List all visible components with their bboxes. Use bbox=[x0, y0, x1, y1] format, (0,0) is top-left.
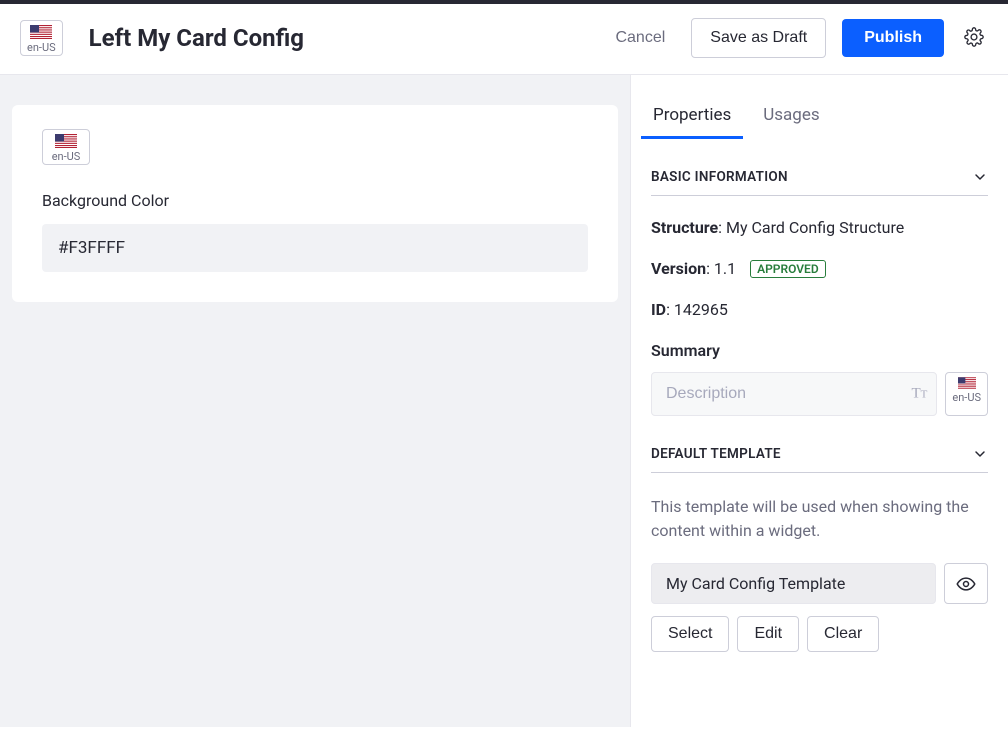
us-flag-icon bbox=[55, 134, 77, 148]
gear-icon bbox=[964, 27, 984, 47]
bg-color-value[interactable]: #F3FFFF bbox=[42, 224, 588, 272]
template-row: My Card Config Template bbox=[651, 563, 988, 604]
card-locale-label: en-US bbox=[52, 151, 81, 162]
version-row: Version: 1.1 APPROVED bbox=[651, 259, 988, 278]
summary-locale-selector[interactable]: en-US bbox=[945, 372, 988, 416]
publish-button[interactable]: Publish bbox=[842, 19, 944, 57]
summary-label: Summary bbox=[651, 341, 988, 360]
clear-button[interactable]: Clear bbox=[807, 616, 879, 652]
header: en-US Left My Card Config Cancel Save as… bbox=[0, 4, 1008, 75]
sidebar: Properties Usages BASIC INFORMATION Stru… bbox=[630, 75, 1008, 727]
template-body: This template will be used when showing … bbox=[651, 473, 988, 652]
id-value: 142965 bbox=[674, 300, 728, 319]
version-value: 1.1 bbox=[714, 259, 736, 278]
save-draft-button[interactable]: Save as Draft bbox=[691, 18, 826, 58]
section-template: DEFAULT TEMPLATE This template will be u… bbox=[651, 446, 988, 652]
main-content: en-US Background Color #F3FFFF bbox=[0, 75, 630, 727]
tab-properties[interactable]: Properties bbox=[651, 95, 733, 139]
basic-title: BASIC INFORMATION bbox=[651, 169, 788, 185]
settings-button[interactable] bbox=[960, 23, 988, 54]
page-title: Left My Card Config bbox=[89, 24, 606, 52]
body: en-US Background Color #F3FFFF Propertie… bbox=[0, 75, 1008, 727]
basic-header[interactable]: BASIC INFORMATION bbox=[651, 169, 988, 196]
card-locale-selector[interactable]: en-US bbox=[42, 129, 90, 165]
preview-button[interactable] bbox=[944, 563, 988, 604]
sidebar-tabs: Properties Usages bbox=[651, 75, 988, 139]
template-description: This template will be used when showing … bbox=[651, 495, 988, 543]
id-label: ID bbox=[651, 300, 666, 319]
summary-input-wrap: TT bbox=[651, 372, 937, 416]
us-flag-icon bbox=[958, 377, 976, 389]
locale-label: en-US bbox=[27, 42, 56, 53]
template-header[interactable]: DEFAULT TEMPLATE bbox=[651, 446, 988, 473]
version-label: Version bbox=[651, 259, 706, 278]
cancel-button[interactable]: Cancel bbox=[605, 21, 675, 55]
structure-value: My Card Config Structure bbox=[726, 218, 904, 237]
basic-body: Structure: My Card Config Structure Vers… bbox=[651, 196, 988, 416]
tab-usages[interactable]: Usages bbox=[761, 95, 821, 139]
structure-label: Structure bbox=[651, 218, 718, 237]
content-card: en-US Background Color #F3FFFF bbox=[12, 105, 618, 302]
text-format-icon[interactable]: TT bbox=[911, 387, 927, 402]
edit-button[interactable]: Edit bbox=[737, 616, 799, 652]
chevron-down-icon bbox=[972, 446, 988, 462]
summary-input[interactable] bbox=[651, 372, 937, 416]
locale-selector[interactable]: en-US bbox=[20, 20, 63, 56]
section-basic: BASIC INFORMATION Structure: My Card Con… bbox=[651, 169, 988, 416]
eye-icon bbox=[956, 574, 976, 594]
template-buttons: Select Edit Clear bbox=[651, 616, 988, 652]
header-actions: Cancel Save as Draft Publish bbox=[605, 18, 988, 58]
template-name: My Card Config Template bbox=[651, 563, 936, 604]
summary-locale-label: en-US bbox=[952, 392, 981, 403]
status-badge: APPROVED bbox=[750, 260, 826, 278]
select-button[interactable]: Select bbox=[651, 616, 729, 652]
id-row: ID: 142965 bbox=[651, 300, 988, 319]
template-title: DEFAULT TEMPLATE bbox=[651, 446, 781, 462]
structure-row: Structure: My Card Config Structure bbox=[651, 218, 988, 237]
chevron-down-icon bbox=[972, 169, 988, 185]
bg-color-label: Background Color bbox=[42, 191, 588, 210]
us-flag-icon bbox=[30, 25, 52, 39]
summary-row: TT en-US bbox=[651, 372, 988, 416]
